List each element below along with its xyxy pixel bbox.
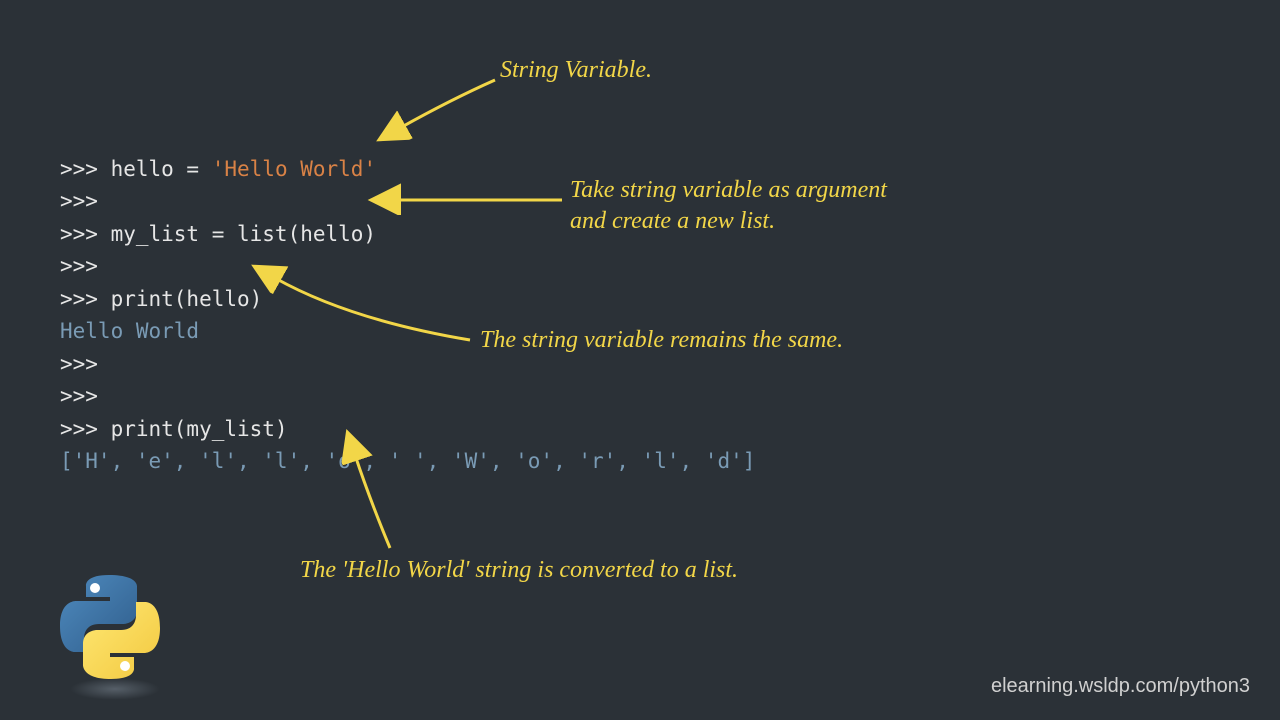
annotation-converted: The 'Hello World' string is converted to… <box>300 555 738 586</box>
annotation-string-variable: String Variable. <box>500 55 652 86</box>
code-assign-list: >>> my_list = list(hello) <box>60 222 376 246</box>
annotation-remains-same: The string variable remains the same. <box>480 325 843 356</box>
output-list: ['H', 'e', 'l', 'l', 'o', ' ', 'W', 'o',… <box>60 449 755 473</box>
annotation-list-argument: Take string variable as argument and cre… <box>570 175 887 237</box>
prompt-8: >>> <box>60 384 98 408</box>
prompt-7: >>> <box>60 352 98 376</box>
footer-url: elearning.wsldp.com/python3 <box>991 675 1250 698</box>
output-hello: Hello World <box>60 319 199 343</box>
string-literal: 'Hello World' <box>212 157 376 181</box>
python-logo-icon <box>55 572 165 682</box>
code-print-hello: >>> print(hello) <box>60 287 262 311</box>
code-assign-hello: hello = <box>111 157 212 181</box>
code-print-list: >>> print(my_list) <box>60 417 288 441</box>
prompt-1: >>> <box>60 157 111 181</box>
logo-shadow <box>70 678 160 700</box>
code-block: >>> hello = 'Hello World' >>> >>> my_lis… <box>60 120 755 478</box>
prompt-4: >>> <box>60 254 98 278</box>
python-logo <box>55 572 175 702</box>
annotation-line2: and create a new list. <box>570 208 775 234</box>
annotation-line1: Take string variable as argument <box>570 177 887 203</box>
prompt-2: >>> <box>60 189 98 213</box>
